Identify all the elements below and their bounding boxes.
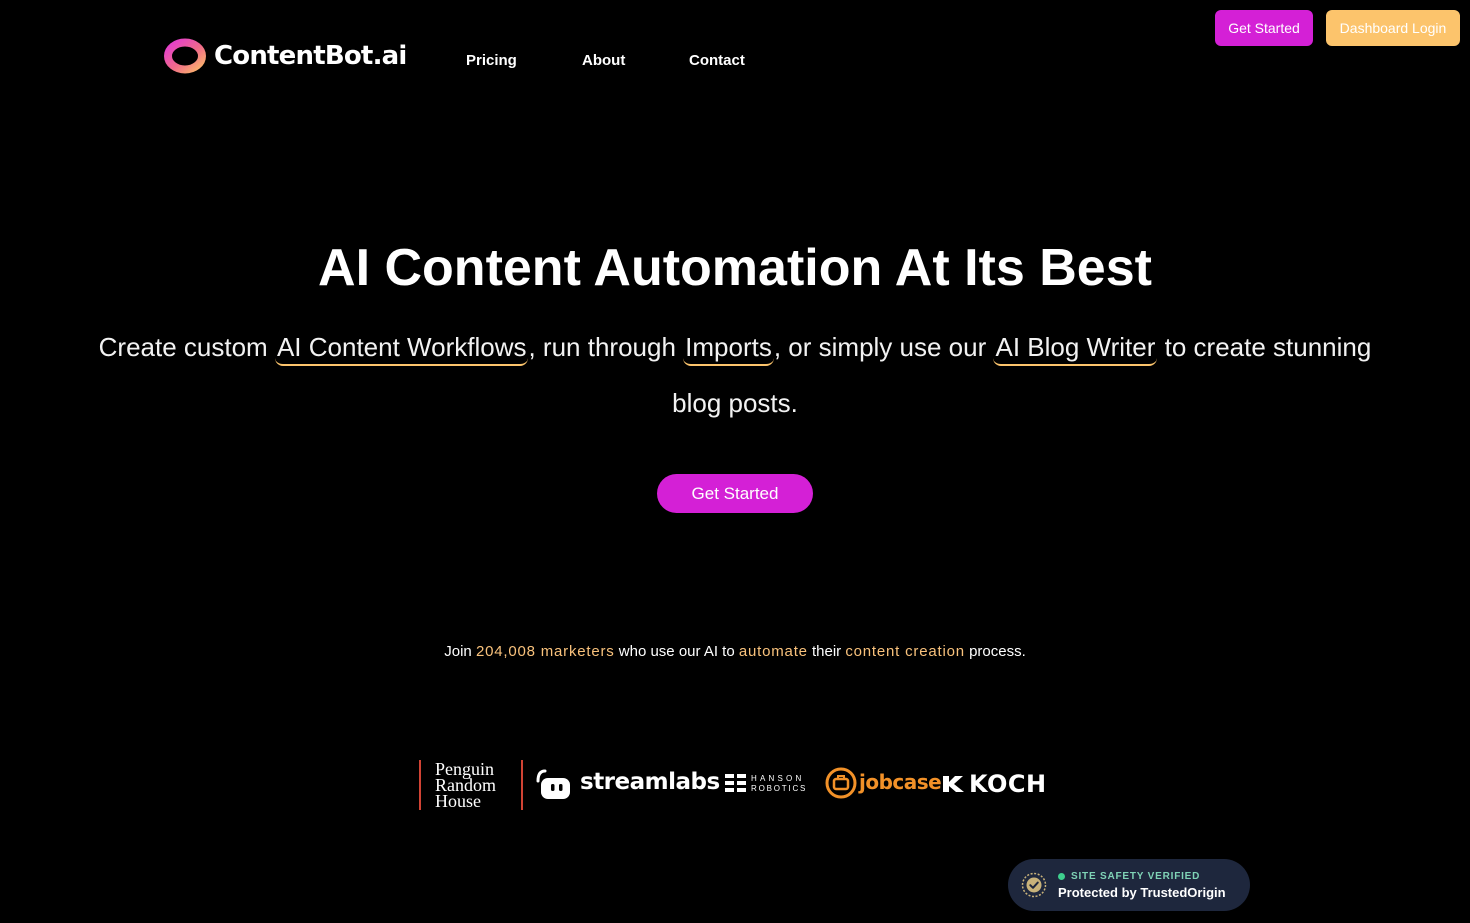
trusted-origin-badge[interactable]: SITE SAFETY VERIFIED Protected by Truste… <box>1008 859 1250 911</box>
koch-logo: KOCH <box>943 760 1055 810</box>
hero-title: AI Content Automation At Its Best <box>318 239 1152 297</box>
streamlabs-logo: streamlabs <box>536 760 720 810</box>
koch-k-icon <box>943 776 964 792</box>
jobcase-logo: jobcase <box>825 760 942 810</box>
content-creation-highlight: content creation <box>845 643 965 660</box>
hanson-grid-icon <box>725 774 746 792</box>
social-proof-text: Join 204,008 marketers who use our AI to… <box>0 643 1470 660</box>
ai-content-workflows-link[interactable]: AI Content Workflows <box>274 330 529 366</box>
imports-link[interactable]: Imports <box>683 330 774 366</box>
their-text: their <box>811 643 842 660</box>
hanson-logo-line-2: ROBOTICS <box>751 784 808 793</box>
nav-contact[interactable]: Contact <box>689 52 745 69</box>
site-safety-verified-text: SITE SAFETY VERIFIED <box>1071 871 1201 882</box>
streamlabs-wordmark: streamlabs <box>580 769 720 795</box>
join-text: Join <box>444 643 472 660</box>
dashboard-login-button[interactable]: Dashboard Login <box>1326 10 1460 46</box>
get-started-button[interactable]: Get Started <box>1215 10 1313 46</box>
jobcase-icon <box>825 767 857 799</box>
contentbot-ring-icon <box>164 38 206 74</box>
nav-about[interactable]: About <box>582 52 625 69</box>
hero-sub-text-2: , run through <box>528 332 676 362</box>
marketers-count: 204,008 marketers <box>475 643 615 660</box>
brand-name: ContentBot.ai <box>214 41 407 71</box>
hero-get-started-button[interactable]: Get Started <box>657 474 813 513</box>
status-dot-icon <box>1058 873 1065 880</box>
ai-blog-writer-link[interactable]: AI Blog Writer <box>993 330 1158 366</box>
penguin-random-house-logo: Penguin Random House <box>419 760 523 810</box>
shield-check-icon <box>1021 872 1047 898</box>
hanson-robotics-logo: HANSON ROBOTICS <box>725 760 815 810</box>
jobcase-wordmark: jobcase <box>859 770 942 794</box>
hero-sub-text-3: , or simply use our <box>773 332 987 362</box>
nav-pricing[interactable]: Pricing <box>466 52 517 69</box>
hero-subtitle: Create custom AI Content Workflows, run … <box>95 319 1375 431</box>
site-safety-label: SITE SAFETY VERIFIED <box>1058 871 1200 882</box>
hanson-logo-line-1: HANSON <box>751 774 805 783</box>
process-text: process. <box>969 643 1026 660</box>
protected-by-text: Protected by TrustedOrigin <box>1058 885 1226 900</box>
use-ai-text: who use our AI to <box>618 643 735 660</box>
hero-sub-text-1: Create custom <box>98 332 268 362</box>
brand-logo[interactable]: ContentBot.ai <box>161 37 407 75</box>
penguin-logo-line-3: House <box>435 791 481 811</box>
automate-highlight: automate <box>738 643 808 660</box>
koch-wordmark: KOCH <box>969 770 1047 798</box>
streamlabs-icon <box>536 769 570 799</box>
